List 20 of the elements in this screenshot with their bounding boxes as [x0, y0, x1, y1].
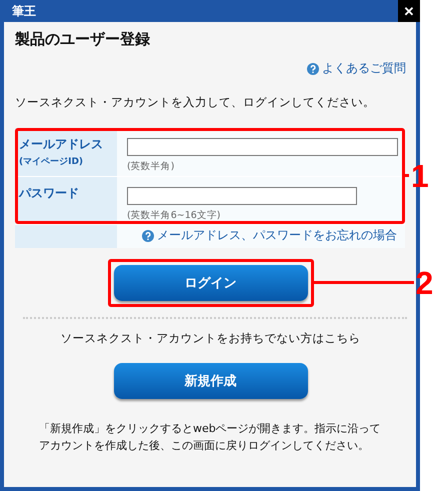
close-button[interactable]: ✕ — [398, 0, 420, 22]
window-title: 筆王 — [12, 2, 36, 20]
input-field[interactable] — [127, 187, 357, 205]
instruction-text: ソースネクスト・アカウントを入力して、ログインしてください。 — [15, 95, 376, 110]
help-icon — [142, 230, 154, 242]
field-hint: (英数半角6~16文字) — [127, 209, 222, 222]
create-button[interactable]: 新規作成 — [114, 363, 308, 399]
field-label: パスワード — [19, 185, 80, 202]
note-text: アカウントを作成した後、この画面に戻りログインしてください。 — [39, 438, 369, 454]
login-button[interactable]: ログイン — [114, 265, 308, 301]
no-account-text: ソースネクスト・アカウントをお持ちでない方はこちら — [60, 331, 362, 346]
input-field[interactable] — [127, 138, 398, 156]
field-hint: (英数半角) — [127, 160, 176, 173]
faq-link[interactable]: よくあるご質問 — [307, 60, 406, 77]
field-label: メールアドレス — [19, 136, 104, 153]
field-sublabel: (マイページID) — [19, 156, 84, 168]
help-icon — [307, 62, 319, 74]
note-text: 「新規作成」をクリックするとwebページが開きます。指示に沿って — [39, 421, 381, 437]
dialog-heading: 製品のユーザー登録 — [15, 30, 151, 50]
forgot-link[interactable]: メールアドレス、パスワードをお忘れの場合 — [142, 227, 397, 244]
